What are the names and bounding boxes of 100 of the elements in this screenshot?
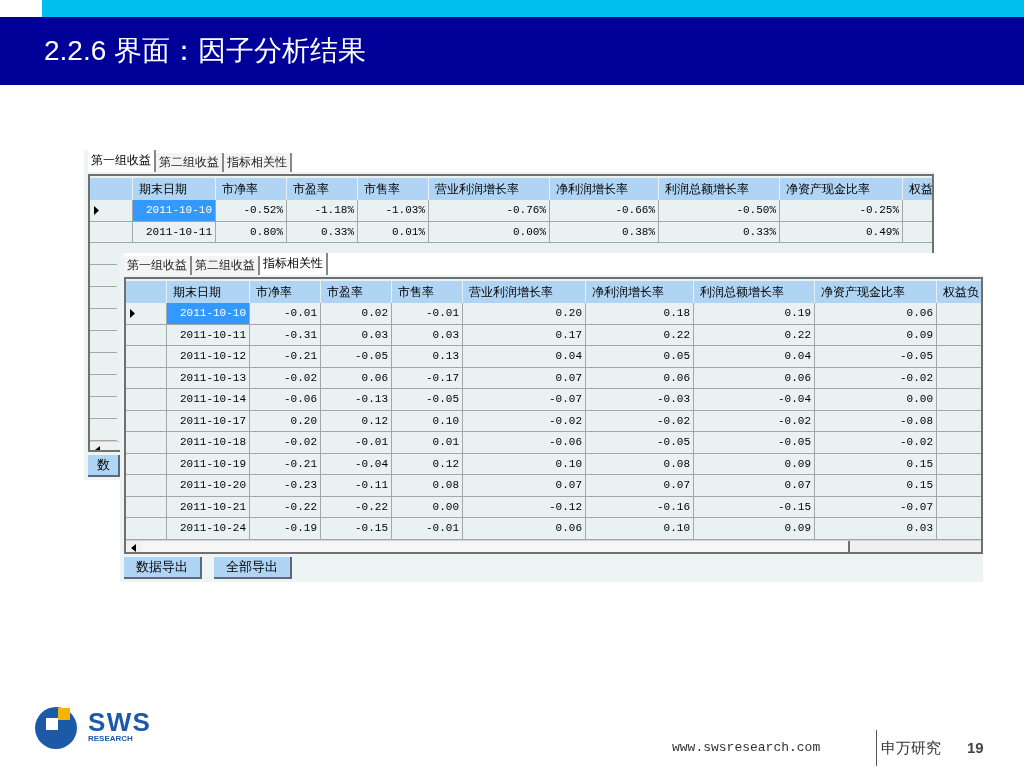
table-cell: -0.04 bbox=[694, 389, 815, 411]
table-cell: -1.18% bbox=[287, 200, 358, 222]
table-cell: -0.03 bbox=[586, 389, 694, 411]
tab[interactable]: 第二组收益 bbox=[192, 256, 260, 275]
table-cell: -0.02 bbox=[694, 410, 815, 432]
column-header: 利润总额增长率 bbox=[659, 178, 780, 200]
table-cell: 0.33% bbox=[659, 221, 780, 243]
table-cell: 2011-10-11 bbox=[133, 221, 216, 243]
table-cell: -0.13 bbox=[321, 389, 392, 411]
table-cell: -1.03% bbox=[358, 200, 429, 222]
table-cell: -0.01 bbox=[392, 303, 463, 325]
tab[interactable]: 指标相关性 bbox=[260, 253, 328, 275]
table-cell: 0.10 bbox=[586, 518, 694, 540]
logo-subtext: RESEARCH bbox=[88, 735, 134, 743]
column-header: 净利润增长率 bbox=[586, 281, 694, 303]
table-cell: -0.01 bbox=[250, 303, 321, 325]
column-header: 市盈率 bbox=[287, 178, 358, 200]
table-cell: 0.12 bbox=[392, 453, 463, 475]
table-cell: -0.01 bbox=[392, 518, 463, 540]
row-pointer-icon bbox=[130, 308, 135, 318]
column-header: 净资产现金比率 bbox=[780, 178, 903, 200]
table-cell: 0.19 bbox=[694, 303, 815, 325]
organization-name: 申万研究 bbox=[881, 738, 942, 758]
table-cell: -0.02 bbox=[815, 432, 937, 454]
table-cell: -0.50% bbox=[659, 200, 780, 222]
export-button[interactable]: 全部导出 bbox=[214, 557, 292, 579]
table-cell: 0.00 bbox=[815, 389, 937, 411]
table-cell: -0.15 bbox=[694, 496, 815, 518]
table-cell: -0.07 bbox=[815, 496, 937, 518]
table-cell: -0.02 bbox=[815, 367, 937, 389]
table-cell: 0.00% bbox=[429, 221, 550, 243]
table-cell: -0.22 bbox=[321, 496, 392, 518]
table-cell: 0.17 bbox=[463, 324, 586, 346]
table-cell: 2011-10-17 bbox=[167, 410, 250, 432]
column-header: 期末日期 bbox=[167, 281, 250, 303]
table-cell: 0.49% bbox=[780, 221, 903, 243]
table-cell: 0.02 bbox=[321, 303, 392, 325]
table-cell: 0.80% bbox=[216, 221, 287, 243]
tab[interactable]: 指标相关性 bbox=[224, 153, 292, 172]
tab[interactable]: 第二组收益 bbox=[156, 153, 224, 172]
table-cell: 0.33% bbox=[287, 221, 358, 243]
table-cell: -0.07 bbox=[463, 389, 586, 411]
table-cell: 0.09 bbox=[694, 453, 815, 475]
table-cell: 2011-10-18 bbox=[167, 432, 250, 454]
table-cell: 0.09 bbox=[694, 518, 815, 540]
column-header: 净资产现金比率 bbox=[815, 281, 937, 303]
column-header: 期末日期 bbox=[133, 178, 216, 200]
table-cell: 0.06 bbox=[586, 367, 694, 389]
table-cell: -0.19 bbox=[250, 518, 321, 540]
table-cell: -0.21 bbox=[250, 453, 321, 475]
table-cell: -0.05 bbox=[321, 346, 392, 368]
column-header: 营业利润增长率 bbox=[463, 281, 586, 303]
table-cell: 0.08 bbox=[586, 453, 694, 475]
export-button[interactable]: 数据导出 bbox=[124, 557, 202, 579]
column-header: 利润总额增长率 bbox=[694, 281, 815, 303]
column-header: 市盈率 bbox=[321, 281, 392, 303]
row-header[interactable] bbox=[90, 200, 133, 222]
table-cell: -0.02 bbox=[586, 410, 694, 432]
table-cell: 0.01% bbox=[358, 221, 429, 243]
export-button[interactable]: 数 bbox=[88, 455, 120, 477]
page-number: 19 bbox=[967, 737, 984, 758]
table-cell: 0.15 bbox=[815, 475, 937, 497]
table-cell: 0.20 bbox=[250, 410, 321, 432]
table-cell: 2011-10-21 bbox=[167, 496, 250, 518]
table-cell: -0.05 bbox=[694, 432, 815, 454]
table-cell: 0.07 bbox=[463, 475, 586, 497]
table-cell: 0.12 bbox=[321, 410, 392, 432]
table-cell: 0.18 bbox=[586, 303, 694, 325]
table-cell: 0.08 bbox=[392, 475, 463, 497]
column-header: 市售率 bbox=[358, 178, 429, 200]
table-cell: 0.15 bbox=[815, 453, 937, 475]
table-cell: 2011-10-20 bbox=[167, 475, 250, 497]
column-header: 市净率 bbox=[250, 281, 321, 303]
table-cell: -0.12 bbox=[463, 496, 586, 518]
website-url: www.swsresearch.com bbox=[672, 739, 822, 758]
row-header[interactable] bbox=[126, 303, 167, 325]
tab[interactable]: 第一组收益 bbox=[124, 256, 192, 275]
row-pointer-icon bbox=[94, 205, 99, 215]
table-cell: -0.08 bbox=[815, 410, 937, 432]
table-cell: -0.11 bbox=[321, 475, 392, 497]
table-cell: -0.22 bbox=[250, 496, 321, 518]
table-cell: 0.10 bbox=[463, 453, 586, 475]
column-header: 权益负 bbox=[937, 281, 981, 303]
table-cell: -0.52% bbox=[216, 200, 287, 222]
table-cell: -0.05 bbox=[586, 432, 694, 454]
table-cell: -0.02 bbox=[250, 432, 321, 454]
tab[interactable]: 第一组收益 bbox=[88, 150, 156, 172]
column-header: 权益 bbox=[903, 178, 932, 200]
table-cell: 0.22 bbox=[694, 324, 815, 346]
table-cell: 2011-10-11 bbox=[167, 324, 250, 346]
slide-title: 2.2.6 界面：因子分析结果 bbox=[44, 34, 367, 68]
table-cell: 2011-10-14 bbox=[167, 389, 250, 411]
table-cell: 0.03 bbox=[392, 324, 463, 346]
table-cell: 0.13 bbox=[392, 346, 463, 368]
table-cell: 0.03 bbox=[321, 324, 392, 346]
table-cell: -0.05 bbox=[392, 389, 463, 411]
scrollbar-thumb[interactable] bbox=[142, 541, 850, 552]
table-cell: 0.04 bbox=[463, 346, 586, 368]
table-cell: 0.07 bbox=[694, 475, 815, 497]
table-cell: 0.03 bbox=[815, 518, 937, 540]
